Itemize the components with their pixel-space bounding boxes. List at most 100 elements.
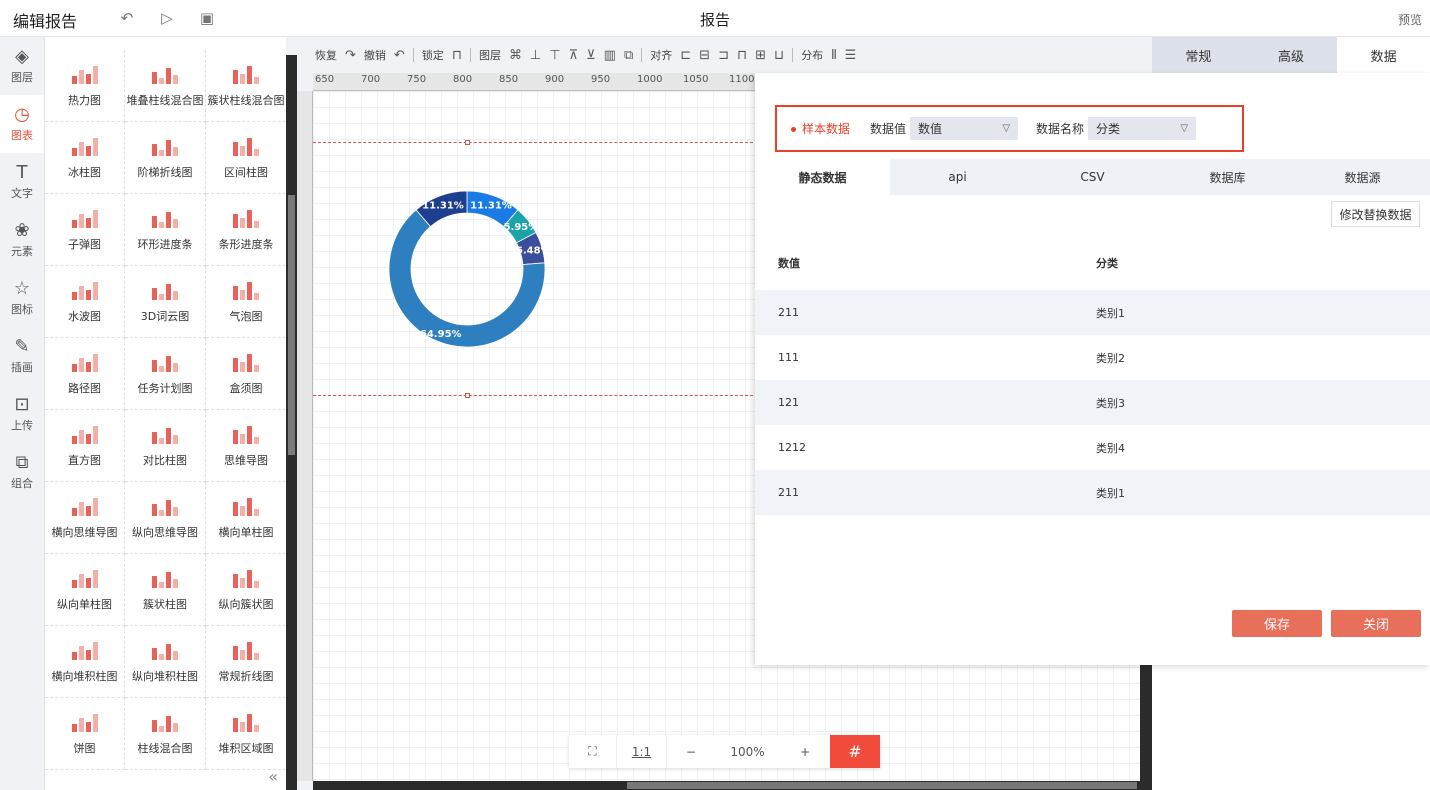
layer-up-icon[interactable]: ⊥	[530, 48, 541, 63]
chart-type-item[interactable]: 冰柱图	[45, 122, 125, 194]
chart-type-item[interactable]: 盒须图	[206, 338, 286, 410]
chart-thumb-icon	[70, 280, 100, 300]
chart-type-item[interactable]: 纵向单柱图	[45, 554, 125, 626]
tab-general[interactable]: 常规	[1152, 37, 1245, 73]
chart-type-item[interactable]: 横向单柱图	[206, 482, 286, 554]
grid-toggle-icon[interactable]: #	[830, 735, 880, 768]
donut-chart[interactable]: 11.31% 5.95% 6.48% 64.95% 11.31%	[386, 188, 548, 350]
tab-api[interactable]: api	[890, 159, 1025, 195]
zoom-out-button[interactable]: −	[667, 735, 715, 768]
layer-button[interactable]: 图层	[479, 47, 501, 63]
chart-type-item[interactable]: 常规折线图	[206, 626, 286, 698]
resize-handle-bottom[interactable]	[465, 393, 470, 398]
chart-type-item[interactable]: 簇状柱图	[125, 554, 206, 626]
distribute-v-icon[interactable]: ☰	[845, 48, 857, 63]
chart-type-item[interactable]: 子弹图	[45, 194, 125, 266]
chart-type-item[interactable]: 热力图	[45, 50, 125, 122]
align-middle-icon[interactable]: ⊞	[755, 48, 766, 63]
chart-type-item[interactable]: 区间柱图	[206, 122, 286, 194]
back-icon[interactable]: ↶	[118, 9, 136, 27]
close-button[interactable]: 关闭	[1331, 610, 1421, 637]
cell-value: 111	[778, 351, 799, 364]
align-button[interactable]: 对齐	[650, 47, 672, 63]
tab-database[interactable]: 数据库	[1160, 159, 1295, 195]
chart-type-item[interactable]: 饼图	[45, 698, 125, 770]
nav-item-chart[interactable]: ◷ 图表	[0, 95, 44, 153]
fit-screen-icon[interactable]: ⛶	[569, 735, 617, 768]
nav-item-group[interactable]: ⧉ 组合	[0, 443, 44, 501]
play-icon[interactable]: ▷	[158, 9, 176, 27]
chart-type-item[interactable]: 纵向堆积柱图	[125, 626, 206, 698]
nav-item-star[interactable]: ☆ 图标	[0, 269, 44, 327]
undo-button[interactable]: 撤销	[364, 47, 386, 63]
chart-type-item[interactable]: 簇状柱线混合图	[206, 50, 286, 122]
save-icon[interactable]: ▣	[198, 9, 216, 27]
chart-type-item[interactable]: 柱线混合图	[125, 698, 206, 770]
canvas-hscroll[interactable]	[313, 781, 1140, 790]
chart-type-item[interactable]: 横向思维导图	[45, 482, 125, 554]
chart-type-label: 冰柱图	[68, 165, 101, 179]
chart-type-item[interactable]: 阶梯折线图	[125, 122, 206, 194]
redo-icon[interactable]: ↷	[345, 48, 356, 63]
zoom-in-button[interactable]: +	[780, 735, 830, 768]
undo-icon[interactable]: ↶	[394, 48, 405, 63]
nav-item-upload[interactable]: ⊡ 上传	[0, 385, 44, 443]
layer-bottom-icon[interactable]: ⊻	[586, 48, 596, 63]
align-top-icon[interactable]: ⊓	[737, 48, 747, 63]
chart-type-item[interactable]: 气泡图	[206, 266, 286, 338]
chart-type-item[interactable]: 任务计划图	[125, 338, 206, 410]
table-row[interactable]: 121 类别3	[755, 380, 1430, 425]
nav-item-palette[interactable]: ✎ 插画	[0, 327, 44, 385]
nav-item-elements[interactable]: ❀ 元素	[0, 211, 44, 269]
chart-type-item[interactable]: 条形进度条	[206, 194, 286, 266]
nav-item-text[interactable]: T 文字	[0, 153, 44, 211]
tab-datasource[interactable]: 数据源	[1295, 159, 1430, 195]
layer-down-icon[interactable]: ⊼	[569, 48, 579, 63]
tab-advanced[interactable]: 高级	[1245, 37, 1338, 73]
tab-data[interactable]: 数据	[1337, 37, 1430, 73]
table-row[interactable]: 211 类别1	[755, 470, 1430, 515]
resize-handle-top[interactable]	[465, 140, 470, 145]
table-row[interactable]: 211 类别1	[755, 290, 1430, 335]
chart-type-item[interactable]: 水波图	[45, 266, 125, 338]
chart-type-item[interactable]: 横向堆积柱图	[45, 626, 125, 698]
tab-static-data[interactable]: 静态数据	[755, 159, 890, 195]
restore-button[interactable]: 恢复	[315, 47, 337, 63]
modify-data-button[interactable]: 修改替换数据	[1331, 201, 1420, 227]
align-center-icon[interactable]: ⊟	[699, 48, 710, 63]
chart-type-item[interactable]: 对比柱图	[125, 410, 206, 482]
collapse-icon[interactable]: «	[268, 767, 278, 786]
sample-data-label[interactable]: 样本数据	[791, 120, 850, 137]
chart-type-item[interactable]: 路径图	[45, 338, 125, 410]
tab-csv[interactable]: CSV	[1025, 159, 1160, 195]
chart-type-item[interactable]: 环形进度条	[125, 194, 206, 266]
chart-type-item[interactable]: 纵向簇状图	[206, 554, 286, 626]
chart-type-item[interactable]: 思维导图	[206, 410, 286, 482]
save-button[interactable]: 保存	[1232, 610, 1322, 637]
lock-icon[interactable]: ⊓	[452, 48, 462, 63]
distribute-button[interactable]: 分布	[801, 47, 823, 63]
chart-type-item[interactable]: 直方图	[45, 410, 125, 482]
distribute-h-icon[interactable]: ⫴	[831, 48, 836, 63]
chart-type-item[interactable]: 堆叠柱线混合图	[125, 50, 206, 122]
value-field-select[interactable]: 数值 ▽	[910, 117, 1019, 140]
table-row[interactable]: 1212 类别4	[755, 425, 1430, 470]
align-left-icon[interactable]: ⊏	[680, 48, 691, 63]
nav-item-layers[interactable]: ◈ 图层	[0, 37, 44, 95]
layer-tree-icon[interactable]: ⌘	[509, 48, 522, 63]
chart-type-item[interactable]: 堆积区域图	[206, 698, 286, 770]
chart-type-label: 阶梯折线图	[137, 165, 193, 179]
preview-button[interactable]: 预览	[1398, 11, 1422, 28]
layer-top-icon[interactable]: ⊤	[549, 48, 560, 63]
table-row[interactable]: 111 类别2	[755, 335, 1430, 380]
align-bottom-icon[interactable]: ⊔	[774, 48, 784, 63]
actual-size-button[interactable]: 1:1	[617, 735, 667, 768]
palette-scrollbar[interactable]	[286, 55, 297, 790]
chart-type-item[interactable]: 3D词云图	[125, 266, 206, 338]
lock-button[interactable]: 锁定	[422, 47, 444, 63]
align-right-icon[interactable]: ⊐	[718, 48, 729, 63]
chart-type-item[interactable]: 纵向思维导图	[125, 482, 206, 554]
delete-icon[interactable]: ▥	[604, 48, 616, 63]
copy-icon[interactable]: ⧉	[624, 48, 633, 63]
name-field-select[interactable]: 分类 ▽	[1088, 117, 1197, 140]
